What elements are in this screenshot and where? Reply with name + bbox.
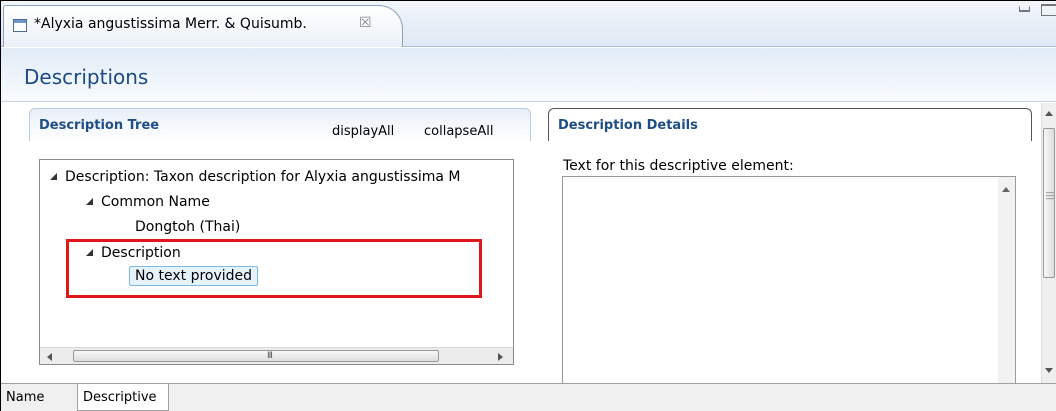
tree-node-label: Description: Taxon description for Alyxi… xyxy=(65,169,461,185)
page-title: Descriptions xyxy=(24,65,149,89)
scroll-grip: III xyxy=(267,351,273,361)
scroll-left-icon[interactable] xyxy=(47,353,52,361)
tree-node-no-text[interactable]: No text provided xyxy=(129,266,259,286)
tree-node-label: Dongtoh (Thai) xyxy=(135,219,241,235)
section-title-tree: Description Tree xyxy=(39,118,160,133)
scroll-up-icon[interactable] xyxy=(1002,187,1010,192)
editor-tab[interactable]: *Alyxia angustissima Merr. & Quisumb. ☒ xyxy=(3,5,403,47)
description-details-section: Description Details xyxy=(548,108,1032,141)
expanded-arrow-icon[interactable] xyxy=(50,172,57,180)
minimize-icon[interactable] xyxy=(1019,6,1030,12)
tree-node-description-root[interactable]: Description: Taxon description for Alyxi… xyxy=(50,169,461,185)
tree-node-label: Common Name xyxy=(101,194,210,210)
scroll-thumb[interactable]: ― ― ― xyxy=(1043,128,1055,278)
editor-tab-strip: *Alyxia angustissima Merr. & Quisumb. ☒ xyxy=(1,1,1056,47)
close-icon[interactable]: ☒ xyxy=(359,15,372,31)
section-title-details: Description Details xyxy=(558,118,698,133)
scroll-right-icon[interactable] xyxy=(498,353,503,361)
tab-descriptive[interactable]: Descriptive xyxy=(77,384,169,411)
scroll-up-icon[interactable] xyxy=(1045,111,1053,116)
collapse-all-button[interactable]: collapseAll xyxy=(424,124,493,139)
form-header: Descriptions xyxy=(1,48,1056,102)
tree-node-dongtoh[interactable]: Dongtoh (Thai) xyxy=(135,219,240,235)
form-vertical-scrollbar[interactable]: ― ― ― xyxy=(1041,103,1056,383)
tree-node-label: Description xyxy=(101,245,181,261)
scroll-down-icon[interactable] xyxy=(1045,368,1053,373)
expanded-arrow-icon[interactable] xyxy=(86,248,93,256)
expanded-arrow-icon[interactable] xyxy=(86,197,93,205)
tree-node-description[interactable]: Description xyxy=(86,245,181,261)
editor-icon xyxy=(13,19,27,32)
text-field-label: Text for this descriptive element: xyxy=(563,158,794,174)
display-all-button[interactable]: displayAll xyxy=(332,124,394,139)
maximize-icon[interactable] xyxy=(1041,4,1056,16)
scroll-thumb[interactable]: III xyxy=(73,350,439,362)
description-text-area[interactable] xyxy=(562,176,1016,383)
text-area-scrollbar[interactable] xyxy=(998,177,1015,383)
tree-horizontal-scrollbar[interactable]: III xyxy=(40,347,513,364)
tree-node-common-name[interactable]: Common Name xyxy=(86,194,210,210)
description-tree[interactable]: Description: Taxon description for Alyxi… xyxy=(39,159,514,365)
editor-tab-title: *Alyxia angustissima Merr. & Quisumb. xyxy=(34,16,307,32)
selected-node-label: No text provided xyxy=(129,266,259,286)
scroll-grip: ― ― ― xyxy=(1046,188,1054,203)
page-tab-bar: Name Descriptive xyxy=(1,383,1056,411)
tab-name[interactable]: Name xyxy=(1,384,77,411)
